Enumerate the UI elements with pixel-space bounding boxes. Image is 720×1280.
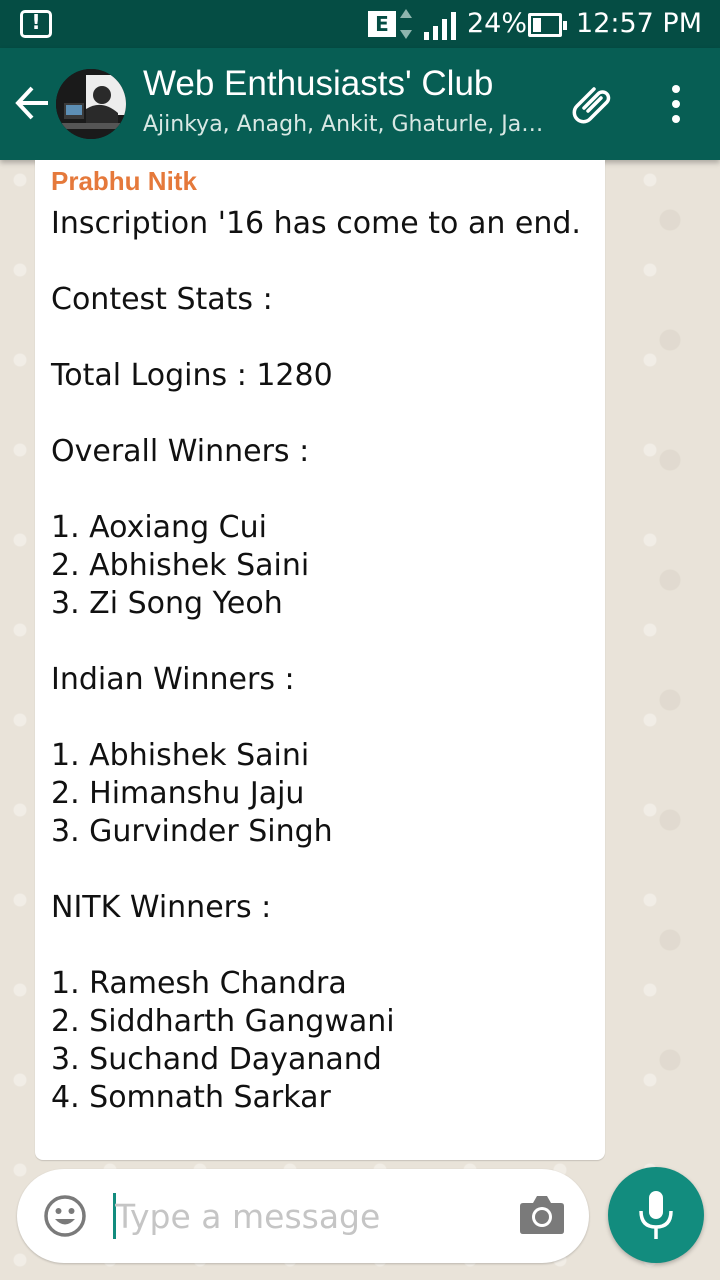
message-line: Contest Stats :	[51, 282, 273, 317]
alert-notification-icon	[20, 10, 52, 38]
status-bar: E 24% 12:57 PM	[0, 0, 720, 48]
group-members[interactable]: Ajinkya, Anagh, Ankit, Ghaturle, Jaju, K…	[143, 112, 548, 137]
message-line: Total Logins : 1280	[51, 358, 333, 393]
message-line: 1. Aoxiang Cui	[51, 510, 267, 545]
paperclip-icon[interactable]	[568, 80, 616, 128]
message-line: 2. Abhishek Saini	[51, 548, 310, 583]
message-line: 4. Somnath Sarkar	[51, 1080, 331, 1115]
group-name[interactable]: Web Enthusiasts' Club	[143, 64, 493, 104]
message-bubble[interactable]: Prabhu Nitk Inscription '16 has come to …	[35, 160, 605, 1160]
mic-icon	[639, 1191, 673, 1239]
message-composer	[17, 1169, 589, 1263]
back-arrow-icon[interactable]	[12, 83, 52, 123]
message-line: Inscription '16 has come to an end.	[51, 206, 581, 241]
message-line: 2. Siddharth Gangwani	[51, 1004, 395, 1039]
message-line: 3. Gurvinder Singh	[51, 814, 333, 849]
data-activity-icon	[400, 9, 412, 39]
chat-header: Web Enthusiasts' Club Ajinkya, Anagh, An…	[0, 48, 720, 160]
message-line: 2. Himanshu Jaju	[51, 776, 305, 811]
message-input[interactable]	[115, 1189, 495, 1243]
group-avatar[interactable]	[56, 69, 126, 139]
avatar-image	[56, 69, 126, 139]
battery-percent: 24%	[467, 8, 528, 39]
message-line: 3. Zi Song Yeoh	[51, 586, 283, 621]
camera-icon[interactable]	[519, 1193, 565, 1235]
message-line: NITK Winners :	[51, 890, 272, 925]
more-vert-icon[interactable]	[662, 82, 690, 126]
message-line: 1. Ramesh Chandra	[51, 966, 347, 1001]
message-line: 3. Suchand Dayanand	[51, 1042, 382, 1077]
battery-icon	[528, 13, 567, 37]
message-line: 1. Abhishek Saini	[51, 738, 310, 773]
clock: 12:57 PM	[576, 8, 702, 39]
network-type-icon: E	[368, 11, 396, 37]
voice-message-button[interactable]	[608, 1167, 704, 1263]
signal-strength-icon	[424, 12, 456, 40]
emoji-icon[interactable]	[43, 1194, 87, 1238]
message-line: Indian Winners :	[51, 662, 295, 697]
sender-name[interactable]: Prabhu Nitk	[51, 166, 197, 197]
message-line: Overall Winners :	[51, 434, 310, 469]
